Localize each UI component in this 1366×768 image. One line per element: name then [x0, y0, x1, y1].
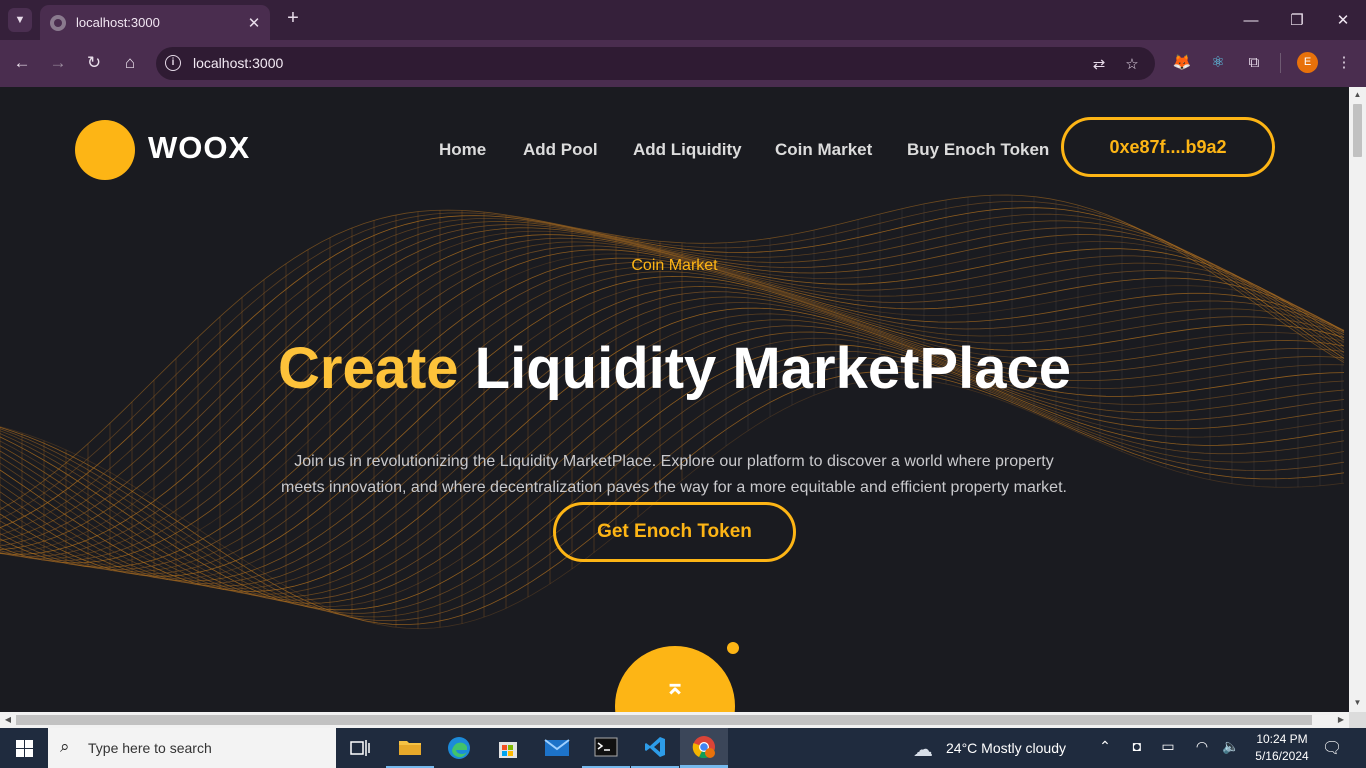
nav-home[interactable]: Home	[439, 140, 486, 160]
site-info-icon[interactable]: i	[165, 55, 181, 71]
react-devtools-icon[interactable]: ⚛	[1207, 51, 1229, 73]
windows-taskbar: ⌕ Type here to search ☁ 24°C Mostly clou…	[0, 728, 1366, 768]
metamask-icon[interactable]: 🦊	[1171, 51, 1193, 73]
get-enoch-token-button[interactable]: Get Enoch Token	[553, 502, 796, 562]
notifications-icon[interactable]: 🗨	[1322, 738, 1342, 758]
extensions-puzzle-icon[interactable]: ⧉	[1243, 51, 1265, 73]
vertical-scrollbar[interactable]: ▲ ▼	[1349, 87, 1366, 712]
minimize-button[interactable]: —	[1228, 6, 1274, 34]
nav-add-liquidity[interactable]: Add Liquidity	[633, 140, 742, 160]
address-url[interactable]: localhost:3000	[193, 55, 283, 71]
decorative-dot	[727, 642, 739, 654]
weather-status[interactable]: 24°C Mostly cloudy	[946, 740, 1066, 756]
clock-time: 10:24 PM	[1256, 732, 1308, 746]
hero-headline: Create Liquidity MarketPlace	[0, 335, 1349, 402]
search-placeholder: Type here to search	[88, 740, 212, 756]
headline-accent: Create	[278, 336, 459, 401]
close-tab-icon[interactable]: ✕	[244, 14, 264, 32]
close-window-button[interactable]: ✕	[1320, 6, 1366, 34]
meet-now-icon[interactable]: ◘	[1127, 738, 1147, 754]
scroll-up-arrow-icon[interactable]: ▲	[1349, 87, 1366, 102]
scroll-down-arrow-icon[interactable]: ▼	[1349, 695, 1366, 710]
address-bar[interactable]: i localhost:3000 ⇄ ☆	[156, 47, 1155, 80]
file-explorer-app[interactable]	[386, 728, 434, 768]
windows-logo-icon	[15, 739, 33, 757]
cloudy-weather-icon[interactable]: ☁	[913, 737, 933, 762]
start-button[interactable]	[0, 728, 48, 768]
wallet-address-button[interactable]: 0xe87f....b9a2	[1061, 117, 1275, 177]
reload-button[interactable]: ↻	[81, 50, 107, 76]
profile-avatar[interactable]: E	[1297, 52, 1318, 73]
web-page: WOOX Home Add Pool Add Liquidity Coin Ma…	[0, 87, 1349, 712]
bookmark-star-icon[interactable]: ☆	[1121, 53, 1143, 75]
scrollbar-corner	[1349, 712, 1366, 728]
toolbar-divider	[1280, 53, 1281, 73]
restore-button[interactable]: ❐	[1274, 6, 1320, 34]
task-view-button[interactable]	[336, 728, 384, 768]
mail-envelope-icon	[544, 739, 570, 756]
nav-buy-enoch-token[interactable]: Buy Enoch Token	[907, 140, 1049, 160]
section-eyebrow: Coin Market	[631, 257, 718, 274]
logo-circle[interactable]	[75, 120, 135, 180]
horizontal-scroll-thumb[interactable]	[16, 715, 1312, 725]
nav-coin-market[interactable]: Coin Market	[775, 140, 872, 160]
vscode-icon	[645, 737, 665, 757]
globe-icon	[50, 14, 66, 31]
tab-strip: ▼ localhost:3000 ✕ + — ❐ ✕	[0, 0, 1366, 40]
forward-button[interactable]: →	[45, 50, 71, 76]
network-icon[interactable]: ◠	[1192, 738, 1212, 755]
new-tab-button[interactable]: +	[282, 8, 304, 30]
terminal-app[interactable]	[582, 728, 630, 768]
chrome-icon	[692, 735, 715, 758]
edge-icon	[448, 737, 470, 759]
volume-icon[interactable]: 🔈	[1221, 738, 1241, 755]
description-line-2: meets innovation, and where decentraliza…	[281, 479, 1067, 496]
tab-search-button[interactable]: ▼	[8, 8, 32, 32]
task-view-icon	[350, 740, 370, 756]
translate-icon[interactable]: ⇄	[1088, 53, 1110, 75]
edge-app[interactable]	[435, 728, 483, 768]
vscode-app[interactable]	[631, 728, 679, 768]
system-clock[interactable]: 10:24 PM 5/16/2024	[1250, 731, 1314, 765]
vertical-scroll-thumb[interactable]	[1353, 104, 1362, 157]
headline-rest: Liquidity MarketPlace	[458, 336, 1071, 401]
chevron-up-icon[interactable]: ⌃	[1095, 738, 1115, 755]
menu-kebab-icon[interactable]: ⋮	[1333, 51, 1355, 73]
browser-toolbar: ← → ↻ ⌂ i localhost:3000 ⇄ ☆	[0, 40, 1366, 87]
tab-title: localhost:3000	[76, 15, 160, 30]
terminal-icon	[594, 737, 618, 757]
back-button[interactable]: ←	[9, 50, 35, 76]
chrome-app[interactable]	[680, 728, 728, 768]
home-button[interactable]: ⌂	[117, 50, 143, 76]
store-app[interactable]	[484, 728, 532, 768]
taskbar-search[interactable]: ⌕ Type here to search	[48, 728, 336, 768]
search-icon: ⌕	[60, 737, 70, 756]
scroll-left-arrow-icon[interactable]: ◀	[0, 712, 16, 728]
folder-icon	[399, 741, 421, 755]
mail-app[interactable]	[533, 728, 581, 768]
clock-date: 5/16/2024	[1255, 749, 1309, 763]
arrow-up-icon: ⌅	[664, 673, 686, 700]
scroll-right-arrow-icon[interactable]: ▶	[1333, 712, 1349, 728]
description-line-1: Join us in revolutionizing the Liquidity…	[294, 453, 1054, 470]
horizontal-scrollbar[interactable]: ◀ ▶	[0, 712, 1349, 728]
nav-add-pool[interactable]: Add Pool	[523, 140, 598, 160]
store-bag-icon	[499, 742, 517, 758]
hero-description: Join us in revolutionizing the Liquidity…	[270, 449, 1078, 501]
battery-icon[interactable]: ▭	[1158, 738, 1178, 755]
site-logo[interactable]: WOOX	[148, 130, 250, 166]
browser-tab[interactable]: localhost:3000 ✕	[40, 5, 270, 40]
